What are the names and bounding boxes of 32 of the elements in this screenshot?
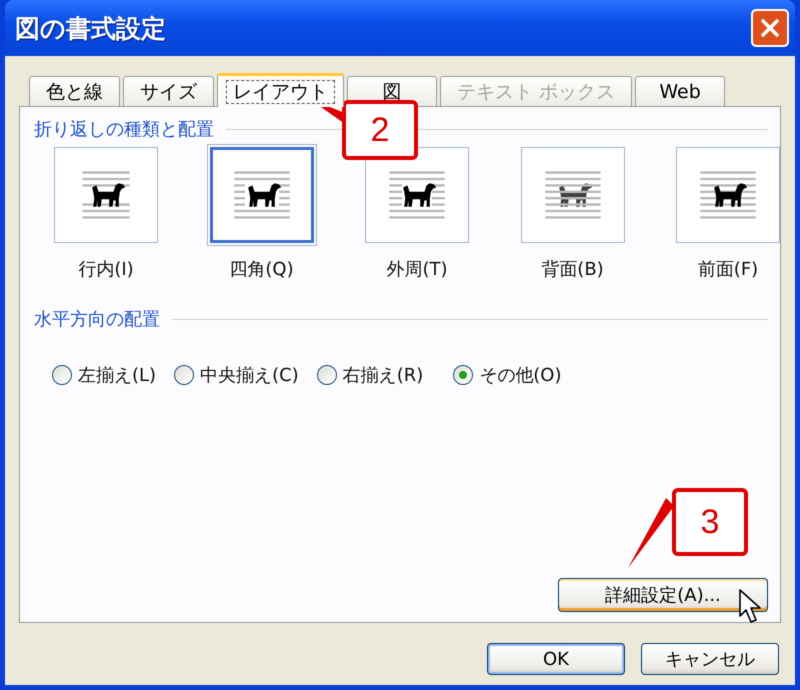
group-heading: 水平方向の配置 [34,308,160,331]
wrapping-style-button[interactable] [520,147,624,243]
wrapping-style-button[interactable] [54,147,158,243]
radio-button[interactable] [316,365,337,385]
advanced-settings-button[interactable]: 詳細設定(A)... [558,578,768,612]
radio-option[interactable]: その他(O) [453,363,562,387]
step-callout-tooltip: 3 [672,488,748,556]
dialog-button[interactable]: OK [487,643,625,675]
radio-button[interactable] [453,365,474,385]
wrapping-style-button[interactable] [676,147,780,243]
wrapping-style-label: 四角(Q) [229,258,294,281]
close-button[interactable] [751,9,789,47]
window-title: 図の書式設定 [15,12,166,44]
radio-option[interactable]: 右揃え(R) [316,363,424,387]
radio-option[interactable]: 左揃え(L) [52,363,156,387]
tab[interactable]: サイズ [123,76,214,106]
wrapping-style-label: 行内(I) [78,258,134,281]
group-heading: 折り返しの種類と配置 [34,118,214,141]
radio-option[interactable]: 中央揃え(C) [174,363,299,387]
wrapping-style-label: 背面(B) [541,258,604,281]
tab[interactable]: 色と線 [29,76,120,106]
tab[interactable]: レイアウト [217,73,344,107]
wrapping-style-label: 外周(T) [386,258,448,281]
radio-button[interactable] [52,365,72,385]
wrapping-style-label: 前面(F) [698,258,758,281]
close-icon [758,16,782,40]
callout-pointer [628,498,674,568]
step-callout-tooltip: 2 [342,100,418,160]
tab[interactable]: Web [635,76,726,106]
radio-button[interactable] [174,365,194,385]
dialog-button[interactable]: キャンセル [641,643,779,675]
wrapping-style-button[interactable] [365,147,469,243]
